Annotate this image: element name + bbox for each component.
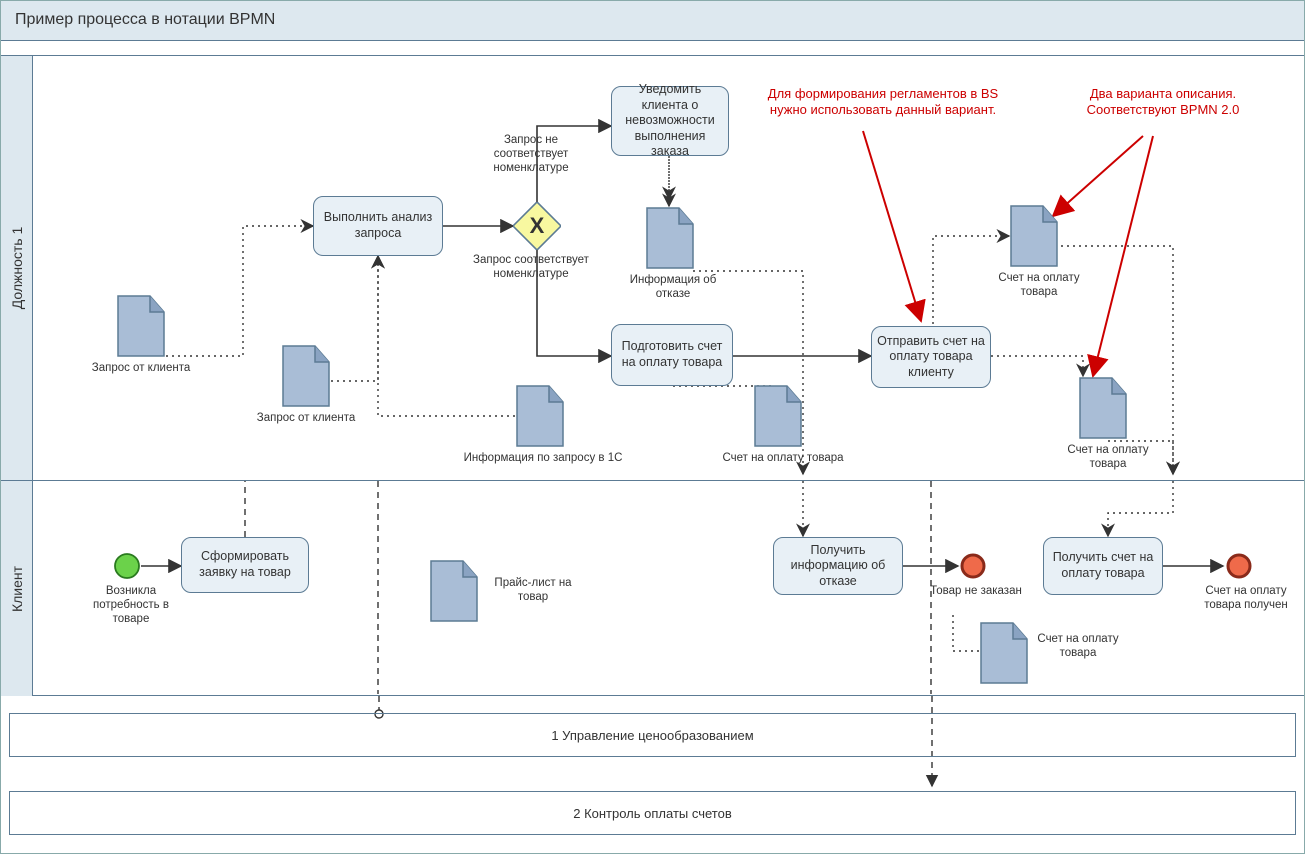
pool-head-strip <box>1 41 1304 56</box>
lanes-container: Должность 1 Клиент <box>1 56 1304 696</box>
doc-label: Счет на оплату товара <box>1033 633 1123 661</box>
pool-title: Пример процесса в нотации BPMN <box>1 1 1304 41</box>
lane-label-1: Должность 1 <box>9 227 25 310</box>
doc-label: Счет на оплату товара <box>703 452 863 466</box>
subprocess-label: 2 Контроль оплаты счетов <box>573 806 732 821</box>
document-icon <box>515 384 565 448</box>
task-label: Сформировать заявку на товар <box>186 549 304 580</box>
document-icon <box>645 206 695 270</box>
task-receive-invoice[interactable]: Получить счет на оплату товара <box>1043 537 1163 595</box>
doc-label: Счет на оплату товара <box>1053 444 1163 472</box>
svg-text:X: X <box>530 213 545 238</box>
subprocess-2[interactable]: 2 Контроль оплаты счетов <box>9 791 1296 835</box>
subprocess-1[interactable]: 1 Управление ценообразованием <box>9 713 1296 757</box>
doc-label: Запрос от клиента <box>256 412 356 426</box>
document-icon <box>979 621 1029 685</box>
document-icon <box>1009 204 1059 268</box>
lane-label-2: Клиент <box>9 565 25 611</box>
document-icon <box>281 344 331 408</box>
lane-1: Запрос от клиента Запрос от клиента Выпо… <box>33 56 1304 481</box>
condition-label: Запрос не соответствует номенклатуре <box>471 134 591 175</box>
end-event[interactable] <box>1225 552 1253 580</box>
lane-2: Возникла потребность в товаре Сформирова… <box>33 481 1304 696</box>
event-label: Товар не заказан <box>921 585 1031 599</box>
event-label: Возникла потребность в товаре <box>81 585 181 626</box>
task-label: Подготовить счет на оплату товара <box>616 339 728 370</box>
annotation-text: Для формирования регламентов в BS нужно … <box>753 86 1013 119</box>
condition-label: Запрос соответствует номенклатуре <box>471 254 591 282</box>
document-icon <box>429 559 479 623</box>
lane-head-1: Должность 1 <box>1 56 33 481</box>
task-label: Отправить счет на оплату товара клиенту <box>876 334 986 381</box>
annotation-text: Два варианта описания. Соответствуют BPM… <box>1053 86 1273 119</box>
pool-title-text: Пример процесса в нотации BPMN <box>15 11 275 28</box>
gateway-exclusive[interactable]: X <box>513 202 561 250</box>
subprocess-label: 1 Управление ценообразованием <box>551 728 753 743</box>
task-form-request[interactable]: Сформировать заявку на товар <box>181 537 309 593</box>
bpmn-frame: Пример процесса в нотации BPMN Должность… <box>0 0 1305 854</box>
event-label: Счет на оплату товара получен <box>1191 585 1301 613</box>
doc-label: Счет на оплату товара <box>989 272 1089 300</box>
end-event[interactable] <box>959 552 987 580</box>
task-notify[interactable]: Уведомить клиента о невозможности выполн… <box>611 86 729 156</box>
document-icon <box>116 294 166 358</box>
doc-label: Запрос от клиента <box>91 362 191 376</box>
task-label: Получить информацию об отказе <box>778 543 898 590</box>
task-label: Уведомить клиента о невозможности выполн… <box>616 82 724 160</box>
doc-label: Информация об отказе <box>618 274 728 302</box>
task-label: Получить счет на оплату товара <box>1048 550 1158 581</box>
task-send-invoice[interactable]: Отправить счет на оплату товара клиенту <box>871 326 991 388</box>
task-receive-reject[interactable]: Получить информацию об отказе <box>773 537 903 595</box>
task-prepare-invoice[interactable]: Подготовить счет на оплату товара <box>611 324 733 386</box>
doc-label: Прайс-лист на товар <box>483 577 583 605</box>
start-event[interactable] <box>113 552 141 580</box>
task-analyze[interactable]: Выполнить анализ запроса <box>313 196 443 256</box>
task-label: Выполнить анализ запроса <box>318 210 438 241</box>
doc-label: Информация по запросу в 1С <box>453 452 633 466</box>
lane-head-2: Клиент <box>1 481 33 696</box>
document-icon <box>1078 376 1128 440</box>
document-icon <box>753 384 803 448</box>
